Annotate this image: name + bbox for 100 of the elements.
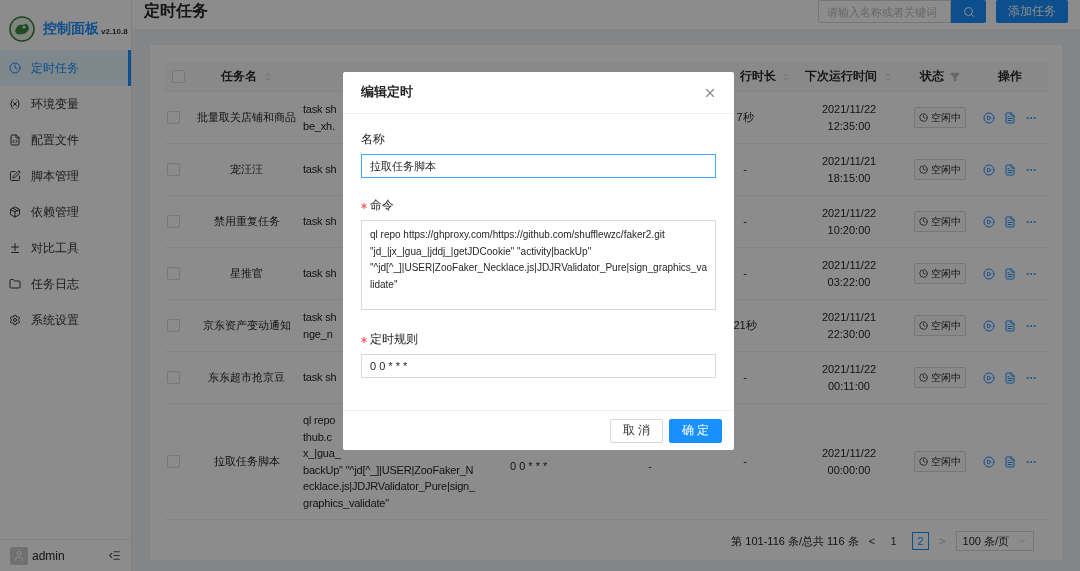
menu-label: 环境变量 <box>31 96 79 112</box>
next-run-time: 2021/11/22 03:22:00 <box>820 257 878 290</box>
clock-icon <box>919 165 928 174</box>
avatar-icon[interactable] <box>10 546 28 565</box>
task-name: 京东资产变动通知 <box>202 319 291 331</box>
status-tag: 空闲中 <box>914 159 966 180</box>
duration-text: - <box>743 215 747 227</box>
run-icon[interactable] <box>983 455 995 468</box>
menu-icon <box>9 314 21 326</box>
field-label: 命令 <box>370 198 394 213</box>
status-tag: 空闲中 <box>914 315 966 336</box>
column-header: 操作 <box>998 69 1022 84</box>
command-text: ecklace.js|JDJRValidator_Pure|sign_ <box>303 479 475 494</box>
command-text: task sh <box>303 214 337 230</box>
run-icon[interactable] <box>983 319 995 332</box>
app-title: 控制面板 <box>43 20 99 38</box>
menu-label: 配置文件 <box>31 132 79 148</box>
menu-icon <box>9 242 21 254</box>
collapse-icon[interactable] <box>108 549 121 562</box>
clock-icon <box>919 269 928 278</box>
prev-page-button[interactable]: < <box>868 535 876 547</box>
menu-label: 脚本管理 <box>31 168 79 184</box>
menu-label: 任务日志 <box>31 276 79 292</box>
task-name: 宠汪汪 <box>230 163 263 175</box>
command-text: task sh <box>303 266 337 282</box>
command-text: task sh <box>303 162 337 178</box>
logo-icon <box>9 16 35 42</box>
input-field[interactable]: 拉取任务脚本 <box>361 154 716 178</box>
command-text: graphics_validate" <box>303 495 389 511</box>
input-field[interactable]: 0 0 * * * <box>361 354 716 378</box>
clock-icon <box>919 321 928 330</box>
menu-icon <box>9 62 21 74</box>
page-size-select[interactable]: 100 条/页 <box>955 531 1034 551</box>
ok-button[interactable]: 确 定 <box>668 418 722 443</box>
next-run-time: 2021/11/22 00:00:00 <box>820 445 878 478</box>
log-icon[interactable] <box>1004 215 1016 228</box>
command-text: task sh <box>303 310 337 325</box>
menu-label: 依赖管理 <box>31 204 79 220</box>
run-icon[interactable] <box>983 215 995 228</box>
caret-icon <box>1017 536 1027 546</box>
command-text: thub.c <box>303 429 332 445</box>
task-name: 东东超市抢京豆 <box>208 371 285 383</box>
duration-text: - <box>743 371 747 383</box>
menu-label: 系统设置 <box>31 312 79 328</box>
run-icon[interactable] <box>983 267 995 280</box>
column-header: 下次运行时间 <box>805 69 877 84</box>
menu-icon <box>9 278 21 290</box>
log-icon[interactable] <box>1004 455 1016 468</box>
next-run-time: 2021/11/22 12:35:00 <box>820 101 878 134</box>
log-icon[interactable] <box>1004 111 1016 124</box>
duration-text: - <box>743 455 747 467</box>
command-text: task sh <box>303 370 337 386</box>
search-button[interactable] <box>951 0 986 23</box>
status-tag: 空闲中 <box>914 263 966 284</box>
clock-icon <box>919 457 928 466</box>
search-icon <box>962 5 975 18</box>
last-run-text: - <box>648 460 652 472</box>
menu-item[interactable]: 环境变量 <box>0 86 131 122</box>
pagination-summary: 第 101-116 条/总共 116 条 <box>731 533 859 549</box>
next-run-time: 2021/11/22 10:20:00 <box>820 205 878 238</box>
menu-icon <box>9 98 21 110</box>
page-button[interactable]: 1 <box>885 532 903 550</box>
log-icon[interactable] <box>1004 371 1016 384</box>
dialog-title: 编辑定时 <box>361 84 413 101</box>
menu-item[interactable]: 系统设置 <box>0 302 131 338</box>
run-icon[interactable] <box>983 163 995 176</box>
column-header: 状态 <box>920 69 944 84</box>
menu-item[interactable]: 脚本管理 <box>0 158 131 194</box>
duration-text: - <box>743 163 747 175</box>
filter-icon[interactable] <box>950 71 960 82</box>
column-header: 任务名 <box>220 69 257 84</box>
duration-text: 7秒 <box>736 111 754 123</box>
required-icon <box>361 202 367 209</box>
field-label: 定时规则 <box>370 332 418 347</box>
next-run-time: 2021/11/21 18:15:00 <box>820 153 878 186</box>
menu-label: 定时任务 <box>31 60 79 76</box>
clock-icon <box>919 113 928 122</box>
log-icon[interactable] <box>1004 267 1016 280</box>
user-name: admin <box>32 548 66 563</box>
run-icon[interactable] <box>983 111 995 124</box>
column-header: 行时长 <box>740 69 776 84</box>
command-field[interactable]: ql repo https://ghproxy.com/https://github.com/shufflewzc/faker2.git "jd_|jx_|gua_|jddj_|getJDCookie" "activity|backUp" "^jd[^_]|USER|ZooFaker_Necklace.js|JDJRValidator_Pure|sign_graphics_validate" <box>361 220 716 310</box>
command-text: x_|gua_ <box>303 446 341 461</box>
command-text: ql repo <box>303 413 336 428</box>
duration-text: 21秒 <box>733 319 757 331</box>
task-name: 星推官 <box>230 267 263 279</box>
command-text: nge_n <box>303 326 333 342</box>
run-icon[interactable] <box>983 371 995 384</box>
command-text: task sh <box>303 102 337 117</box>
menu-item[interactable]: 任务日志 <box>0 266 131 302</box>
status-tag: 空闲中 <box>914 367 966 388</box>
menu-item[interactable]: 对比工具 <box>0 230 131 266</box>
next-run-time: 2021/11/21 22:30:00 <box>820 309 878 342</box>
status-tag: 空闲中 <box>914 107 966 128</box>
cancel-button[interactable]: 取 消 <box>609 418 663 443</box>
log-icon[interactable] <box>1004 319 1016 332</box>
menu-item[interactable]: 依赖管理 <box>0 194 131 230</box>
clock-icon <box>919 217 928 226</box>
menu-item[interactable]: 配置文件 <box>0 122 131 158</box>
log-icon[interactable] <box>1004 163 1016 176</box>
